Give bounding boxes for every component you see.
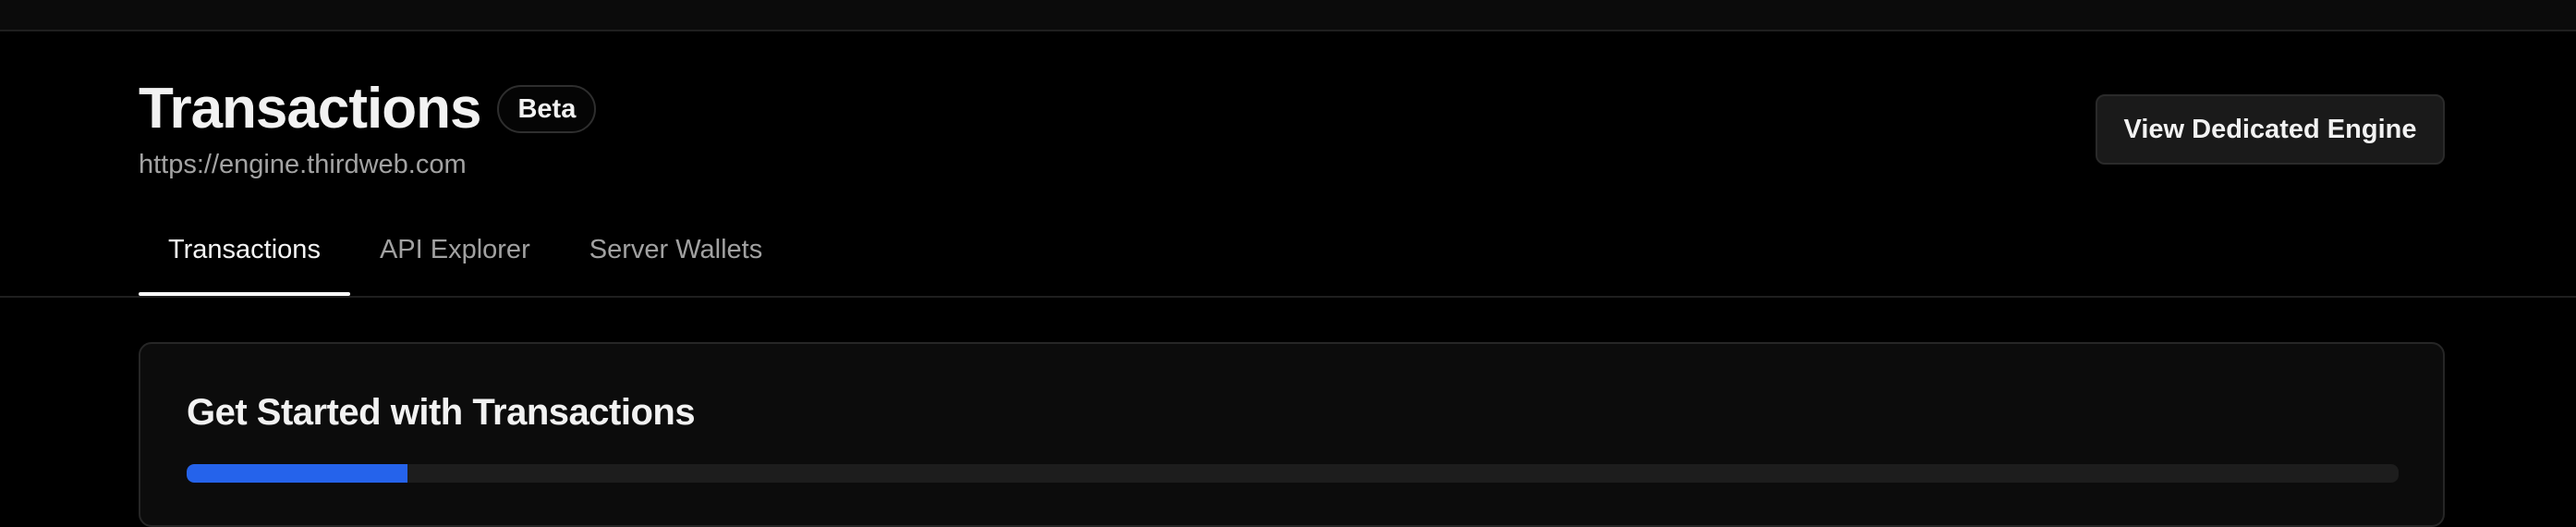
tab-server-wallets[interactable]: Server Wallets xyxy=(560,222,792,296)
beta-badge: Beta xyxy=(497,85,597,133)
progress-fill xyxy=(187,464,408,483)
get-started-title: Get Started with Transactions xyxy=(187,392,696,433)
tab-transactions[interactable]: Transactions xyxy=(139,222,350,296)
page-header: Transactions Beta https://engine.thirdwe… xyxy=(139,76,597,180)
view-dedicated-engine-button[interactable]: View Dedicated Engine xyxy=(2096,94,2445,165)
get-started-card: Get Started with Transactions xyxy=(139,342,2445,527)
engine-url: https://engine.thirdweb.com xyxy=(139,150,467,179)
tab-bar: Transactions API Explorer Server Wallets xyxy=(139,222,792,296)
progress-bar xyxy=(187,464,2399,483)
tab-api-explorer[interactable]: API Explorer xyxy=(350,222,560,296)
tabs-divider xyxy=(0,296,2576,298)
top-bar xyxy=(0,0,2576,31)
title-row: Transactions Beta xyxy=(139,76,597,142)
page-title: Transactions xyxy=(139,77,481,141)
